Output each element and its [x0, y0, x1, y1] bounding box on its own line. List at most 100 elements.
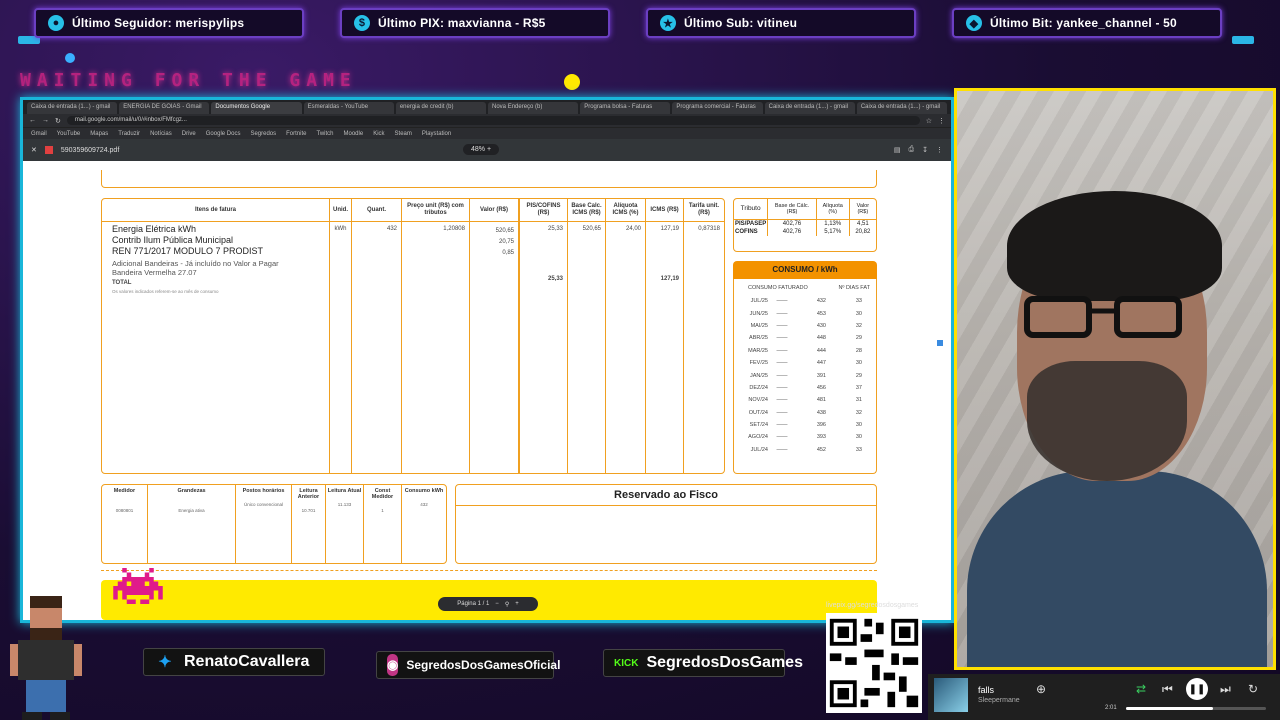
browser-tab[interactable]: Programa bolsa - Faturas [580, 102, 671, 114]
bookmark-item[interactable]: Traduzir [118, 131, 140, 137]
consumo-row: SET/24 —— 396 30 [734, 419, 876, 431]
bookmark-item[interactable]: Segredos [250, 131, 276, 137]
consumo-box: CONSUMO FATURADO Nº DIAS FAT JUL/25 —— 432… [733, 279, 877, 474]
zoom-out-icon[interactable]: − [495, 601, 499, 607]
pdf-file-icon [44, 146, 53, 154]
item-line: REN 771/2017 MODULO 7 PRODIST [112, 246, 264, 256]
scrollbar-marker[interactable] [937, 340, 943, 346]
consumo-row: DEZ/24 —— 456 37 [734, 382, 876, 394]
col-header: Preço unit (R$) com tributos [402, 199, 470, 221]
preco-col: 1,20808 [402, 222, 470, 473]
tributo-cell: 20,82 [848, 227, 876, 236]
consumo-row: AGO/24 —— 393 30 [734, 431, 876, 443]
space-invader-icon [113, 568, 163, 604]
medidor-header: Const Medidor [371, 488, 394, 500]
bookmark-item[interactable]: Steam [395, 131, 412, 137]
consumo-cell: MAI/25 [750, 322, 768, 329]
tributo-cell: 4,51 [848, 219, 876, 228]
bookmark-item[interactable]: Playstation [422, 131, 451, 137]
aliquota-col: 24,00 [606, 222, 646, 473]
alert-text: Último Sub: vitineu [684, 16, 798, 30]
alert-last-sub: ★ Último Sub: vitineu [646, 8, 916, 38]
url-input[interactable]: mail.google.com/mail/u/0/#inbox/FMfcgz..… [66, 116, 920, 125]
bookmark-item[interactable]: YouTube [57, 131, 81, 137]
social-twitter[interactable]: ✦ RenatoCavallera [143, 648, 325, 676]
bookmark-item[interactable]: Notícias [150, 131, 172, 137]
bookmark-item[interactable]: Google Docs [206, 131, 241, 137]
social-kick[interactable]: KICK SegredosDosGames [603, 649, 803, 677]
menu-dots-icon[interactable]: ⋮ [938, 117, 945, 125]
consumo-title: CONSUMO / kWh [733, 261, 877, 279]
col-header: PIS/COFINS (R$) [520, 199, 568, 221]
qr-label: livepix.gg/segredosdosgames [826, 602, 919, 609]
forward-icon[interactable]: → [42, 117, 49, 124]
medidor-cell: Único convencional [243, 502, 284, 507]
browser-tab[interactable]: energia de credit (b) [395, 102, 487, 114]
browser-tab[interactable]: Caixa de entrada (1...) - gmail [856, 102, 948, 114]
browser-tab[interactable]: Programa comercial - Faturas [672, 102, 763, 114]
track-progress[interactable] [1126, 707, 1266, 710]
album-art [934, 678, 968, 712]
pdf-tools: ▤ ⎙ ↧ ⋮ [894, 146, 943, 154]
consumo-cell: JAN/25 [749, 372, 768, 379]
menu-dots-icon[interactable]: ⋮ [936, 146, 943, 154]
consumo-cell: NOV/24 [748, 397, 768, 404]
pdf-pager[interactable]: Página 1 / 1 − ⚲ + [438, 597, 538, 611]
consumo-bar: —— [776, 446, 788, 453]
social-instagram[interactable]: ◉ SegredosDosGamesOficial [376, 651, 560, 679]
bookmark-item[interactable]: Moodle [344, 131, 364, 137]
repeat-icon[interactable]: ↻ [1248, 682, 1258, 696]
browser-tab[interactable]: Caixa de entrada (1...) - gmail [27, 102, 118, 114]
shuffle-icon[interactable]: ⇄ [1136, 682, 1146, 696]
browser-tab[interactable]: Documentos Google [211, 102, 302, 114]
back-icon[interactable]: ← [29, 117, 36, 124]
valor-col: 520,65 20,75 0,85 [470, 222, 520, 473]
col-header: Itens de fatura [102, 199, 330, 221]
bookmark-item[interactable]: Drive [182, 131, 196, 137]
pause-icon[interactable]: ❚❚ [1186, 678, 1208, 700]
browser-tab[interactable]: Nova Endereço (b) [488, 102, 579, 114]
print-icon[interactable]: ⎙ [909, 146, 915, 154]
consumo-cell: 448 [816, 335, 826, 342]
reload-icon[interactable]: ↻ [55, 117, 61, 125]
bookmark-item[interactable]: Gmail [31, 131, 47, 137]
qr-code-icon[interactable] [826, 613, 922, 713]
quant-col: 432 [352, 222, 402, 473]
zoom-control[interactable]: 48% + [463, 144, 500, 155]
browser-tab[interactable]: ENERGIA DE GOIAS - Gmail [119, 102, 210, 114]
consumo-row: MAR/25 —— 444 28 [734, 345, 876, 357]
decor-dot [564, 74, 580, 90]
browser-tab[interactable]: Esmeraldas - YouTube [303, 102, 394, 114]
browser-tab[interactable]: Caixa de entrada (1...) - gmail [764, 102, 855, 114]
folder-icon[interactable]: ▤ [894, 146, 901, 154]
medidor-col: Postos horários Único convencional [236, 485, 292, 563]
bookmark-item[interactable]: Twitch [316, 131, 333, 137]
previous-icon[interactable]: ⏮ [1162, 682, 1173, 697]
captured-screen: Caixa de entrada (1...) - gmail ENERGIA … [20, 97, 954, 623]
medidor-cell: 1 [381, 508, 384, 513]
consumo-cell: MAR/25 [748, 347, 768, 354]
consumo-cell: 32 [855, 409, 862, 416]
base-value: 520,65 [582, 226, 601, 232]
consumo-cell: 33 [855, 298, 862, 305]
pdf-toolbar: ✕ 590359609724.pdf 48% + ▤ ⎙ ↧ ⋮ [23, 139, 951, 161]
tributo-box: Tributo Base de Cálc. (R$) Alíquota (%) … [733, 198, 877, 252]
valor-value: 520,65 [495, 228, 514, 234]
medidor-col: Medidor 0080801 [102, 485, 148, 563]
social-handle: RenatoCavallera [184, 653, 310, 670]
next-icon[interactable]: ⏭ [1220, 682, 1231, 697]
bookmark-item[interactable]: Fortnite [286, 131, 306, 137]
bookmark-item[interactable]: Mapas [90, 131, 108, 137]
bookmark-item[interactable]: Kick [373, 131, 384, 137]
tributo-header: Alíquota (%) [815, 199, 850, 219]
alert-last-pix: $ Último PIX: maxvianna - R$5 [340, 8, 610, 38]
add-icon[interactable]: ⊕ [1036, 682, 1046, 696]
zoom-in-icon[interactable]: + [515, 601, 519, 607]
download-icon[interactable]: ↧ [922, 146, 928, 154]
tributo-cell: COFINS [735, 228, 758, 235]
consumo-cell: AGO/24 [748, 434, 768, 441]
bookmark-star-icon[interactable]: ☆ [926, 117, 932, 125]
instagram-icon: ◉ [387, 654, 399, 676]
close-icon[interactable]: ✕ [31, 146, 37, 154]
search-icon[interactable]: ⚲ [505, 601, 509, 608]
